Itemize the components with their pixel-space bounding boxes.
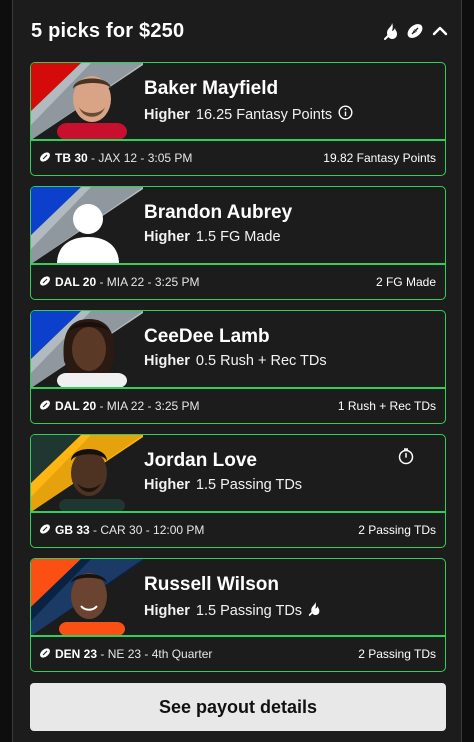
- football-icon: [406, 22, 424, 40]
- pick-result: 2 Passing TDs: [358, 523, 436, 537]
- game-info: DEN 23 - NE 23 - 4th Quarter: [39, 647, 212, 662]
- game-info: DAL 20 - MIA 22 - 3:25 PM: [39, 399, 200, 414]
- player-photo: [31, 63, 143, 140]
- pick-stat-line: 16.25 Fantasy Points: [195, 106, 333, 123]
- player-name: Brandon Aubrey: [144, 202, 293, 223]
- pick-summary-panel: 5 picks for $250 Baker Mayfield Higher 1…: [12, 0, 462, 742]
- player-photo: [31, 559, 143, 636]
- player-name: Baker Mayfield: [144, 78, 279, 99]
- flame-icon: [383, 22, 399, 40]
- player-name: CeeDee Lamb: [144, 326, 270, 347]
- matchup-text: - MIA 22 - 3:25 PM: [96, 399, 200, 413]
- pick-card-russell-wilson[interactable]: Russell Wilson Higher 1.5 Passing TDs DE…: [30, 558, 446, 672]
- pick-card-jordan-love[interactable]: Jordan Love Higher 1.5 Passing TDs GB 33…: [30, 434, 446, 548]
- game-info: DAL 20 - MIA 22 - 3:25 PM: [39, 275, 200, 290]
- panel-header[interactable]: 5 picks for $250: [13, 0, 461, 62]
- pick-stat-line: 1.5 FG Made: [195, 229, 281, 245]
- home-team-score: DAL 20: [55, 399, 97, 413]
- home-team-score: GB 33: [55, 523, 90, 537]
- pick-line: Higher 1.5 Passing TDs: [144, 601, 321, 620]
- see-payout-details-button[interactable]: See payout details: [30, 683, 446, 731]
- pick-card-brandon-aubrey[interactable]: Brandon Aubrey Higher 1.5 FG Made DAL 20…: [30, 186, 446, 300]
- header-icon-group: [383, 22, 449, 40]
- pick-direction: Higher: [144, 353, 190, 369]
- player-photo: [31, 187, 143, 264]
- pick-direction: Higher: [144, 477, 190, 493]
- player-photo: [31, 435, 143, 512]
- football-icon: [39, 151, 51, 166]
- matchup-text: - JAX 12 - 3:05 PM: [87, 151, 193, 165]
- pick-card-baker-mayfield[interactable]: Baker Mayfield Higher 16.25 Fantasy Poin…: [30, 62, 446, 176]
- home-team-score: DEN 23: [55, 647, 98, 661]
- pick-line: Higher 1.5 FG Made: [144, 229, 281, 245]
- entry-title: 5 picks for $250: [31, 19, 185, 42]
- pick-direction: Higher: [144, 106, 190, 123]
- pick-result: 1 Rush + Rec TDs: [337, 399, 436, 413]
- pick-stat-line: 1.5 Passing TDs: [195, 602, 303, 619]
- pick-line: Higher 16.25 Fantasy Points: [144, 105, 353, 124]
- home-team-score: TB 30: [55, 151, 88, 165]
- pick-stat-line: 0.5 Rush + Rec TDs: [195, 353, 327, 369]
- matchup-text: - MIA 22 - 3:25 PM: [96, 275, 200, 289]
- game-info: TB 30 - JAX 12 - 3:05 PM: [39, 151, 192, 166]
- pick-result: 2 Passing TDs: [358, 647, 436, 661]
- football-icon: [39, 399, 51, 414]
- chevron-up-icon[interactable]: [431, 22, 449, 40]
- pick-result: 2 FG Made: [375, 275, 436, 289]
- pick-stat-line: 1.5 Passing TDs: [195, 477, 303, 493]
- game-info: GB 33 - CAR 30 - 12:00 PM: [39, 523, 204, 538]
- info-icon[interactable]: [338, 105, 353, 124]
- matchup-text: - CAR 30 - 12:00 PM: [89, 523, 205, 537]
- pick-direction: Higher: [144, 602, 190, 619]
- pick-line: Higher 0.5 Rush + Rec TDs: [144, 353, 327, 369]
- football-icon: [39, 647, 51, 662]
- player-photo: [31, 311, 143, 388]
- flame-icon: [308, 601, 321, 620]
- home-team-score: DAL 20: [55, 275, 97, 289]
- player-name: Jordan Love: [144, 450, 257, 471]
- football-icon: [39, 523, 51, 538]
- pick-card-ceedee-lamb[interactable]: CeeDee Lamb Higher 0.5 Rush + Rec TDs DA…: [30, 310, 446, 424]
- stopwatch-icon: [397, 447, 415, 470]
- matchup-text: - NE 23 - 4th Quarter: [97, 647, 213, 661]
- football-icon: [39, 275, 51, 290]
- pick-line: Higher 1.5 Passing TDs: [144, 477, 302, 493]
- pick-direction: Higher: [144, 229, 190, 245]
- player-name: Russell Wilson: [144, 574, 279, 595]
- pick-result: 19.82 Fantasy Points: [323, 151, 436, 165]
